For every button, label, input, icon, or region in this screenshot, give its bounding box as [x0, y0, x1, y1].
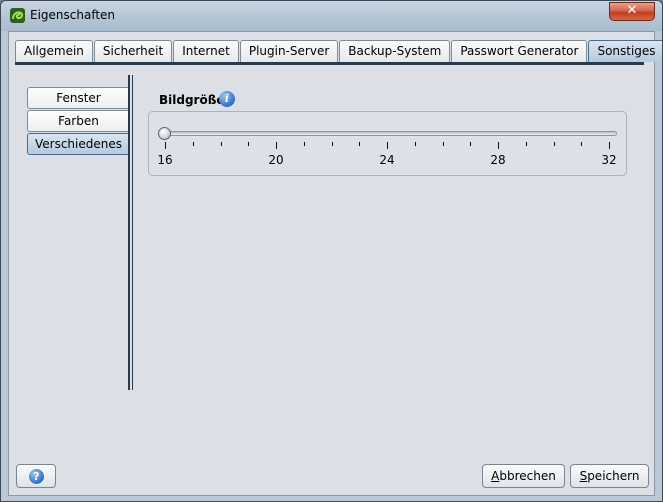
- help-button[interactable]: ?: [16, 464, 56, 488]
- minor-tick: [415, 142, 416, 146]
- minor-tick: [332, 142, 333, 146]
- sidenav-item-fenster[interactable]: Fenster: [27, 87, 129, 109]
- major-tick: [276, 142, 277, 149]
- minor-tick: [526, 142, 527, 146]
- slider-thumb[interactable]: [158, 127, 171, 140]
- sidenav-item-verschiedenes[interactable]: Verschiedenes: [27, 133, 129, 155]
- major-tick: [609, 142, 610, 149]
- minor-tick: [221, 142, 222, 146]
- minor-tick: [554, 142, 555, 146]
- tab-sonstiges[interactable]: Sonstiges: [588, 40, 662, 62]
- minor-tick: [193, 142, 194, 146]
- info-icon[interactable]: i: [219, 91, 235, 107]
- tab-bar: Allgemein Sicherheit Internet Plugin-Server…: [15, 39, 662, 63]
- tab-internet[interactable]: Internet: [173, 40, 239, 62]
- tab-allgemein[interactable]: Allgemein: [15, 40, 93, 62]
- tab-backup-system[interactable]: Backup-System: [339, 40, 451, 62]
- tab-divider: [15, 62, 644, 65]
- tick-label: 16: [157, 153, 173, 167]
- minor-tick: [248, 142, 249, 146]
- minor-tick: [443, 142, 444, 146]
- help-icon: ?: [29, 469, 44, 484]
- minor-tick: [470, 142, 471, 146]
- tab-passwort-generator[interactable]: Passwort Generator: [451, 40, 588, 62]
- close-button[interactable]: ✕: [609, 2, 655, 21]
- major-tick: [498, 142, 499, 149]
- save-label: peichern: [587, 469, 640, 483]
- title-bar[interactable]: Eigenschaften ✕: [1, 1, 662, 31]
- image-size-slider[interactable]: [158, 131, 617, 136]
- tick-label: 28: [490, 153, 506, 167]
- properties-window: Eigenschaften ✕ Allgemein Sicherheit Inter…: [0, 0, 663, 502]
- major-tick: [165, 142, 166, 149]
- cancel-label: bbrechen: [499, 469, 556, 483]
- tick-label: 20: [268, 153, 284, 167]
- tab-plugin-server[interactable]: Plugin-Server: [239, 40, 339, 62]
- minor-tick: [304, 142, 305, 146]
- cancel-button[interactable]: Abbrechen: [482, 464, 565, 488]
- tick-label: 32: [601, 153, 617, 167]
- tick-label: 24: [379, 153, 395, 167]
- side-navigation: Fenster Farben Verschiedenes: [27, 87, 129, 156]
- tab-sicherheit[interactable]: Sicherheit: [93, 40, 173, 62]
- section-label-bildgroesse: Bildgröße: [159, 93, 225, 107]
- side-divider: [128, 75, 133, 390]
- minor-tick: [581, 142, 582, 146]
- app-icon: [10, 8, 25, 23]
- save-button[interactable]: Speichern: [570, 464, 649, 488]
- major-tick: [387, 142, 388, 149]
- window-title: Eigenschaften: [30, 8, 116, 22]
- minor-tick: [359, 142, 360, 146]
- sidenav-item-farben[interactable]: Farben: [27, 110, 129, 132]
